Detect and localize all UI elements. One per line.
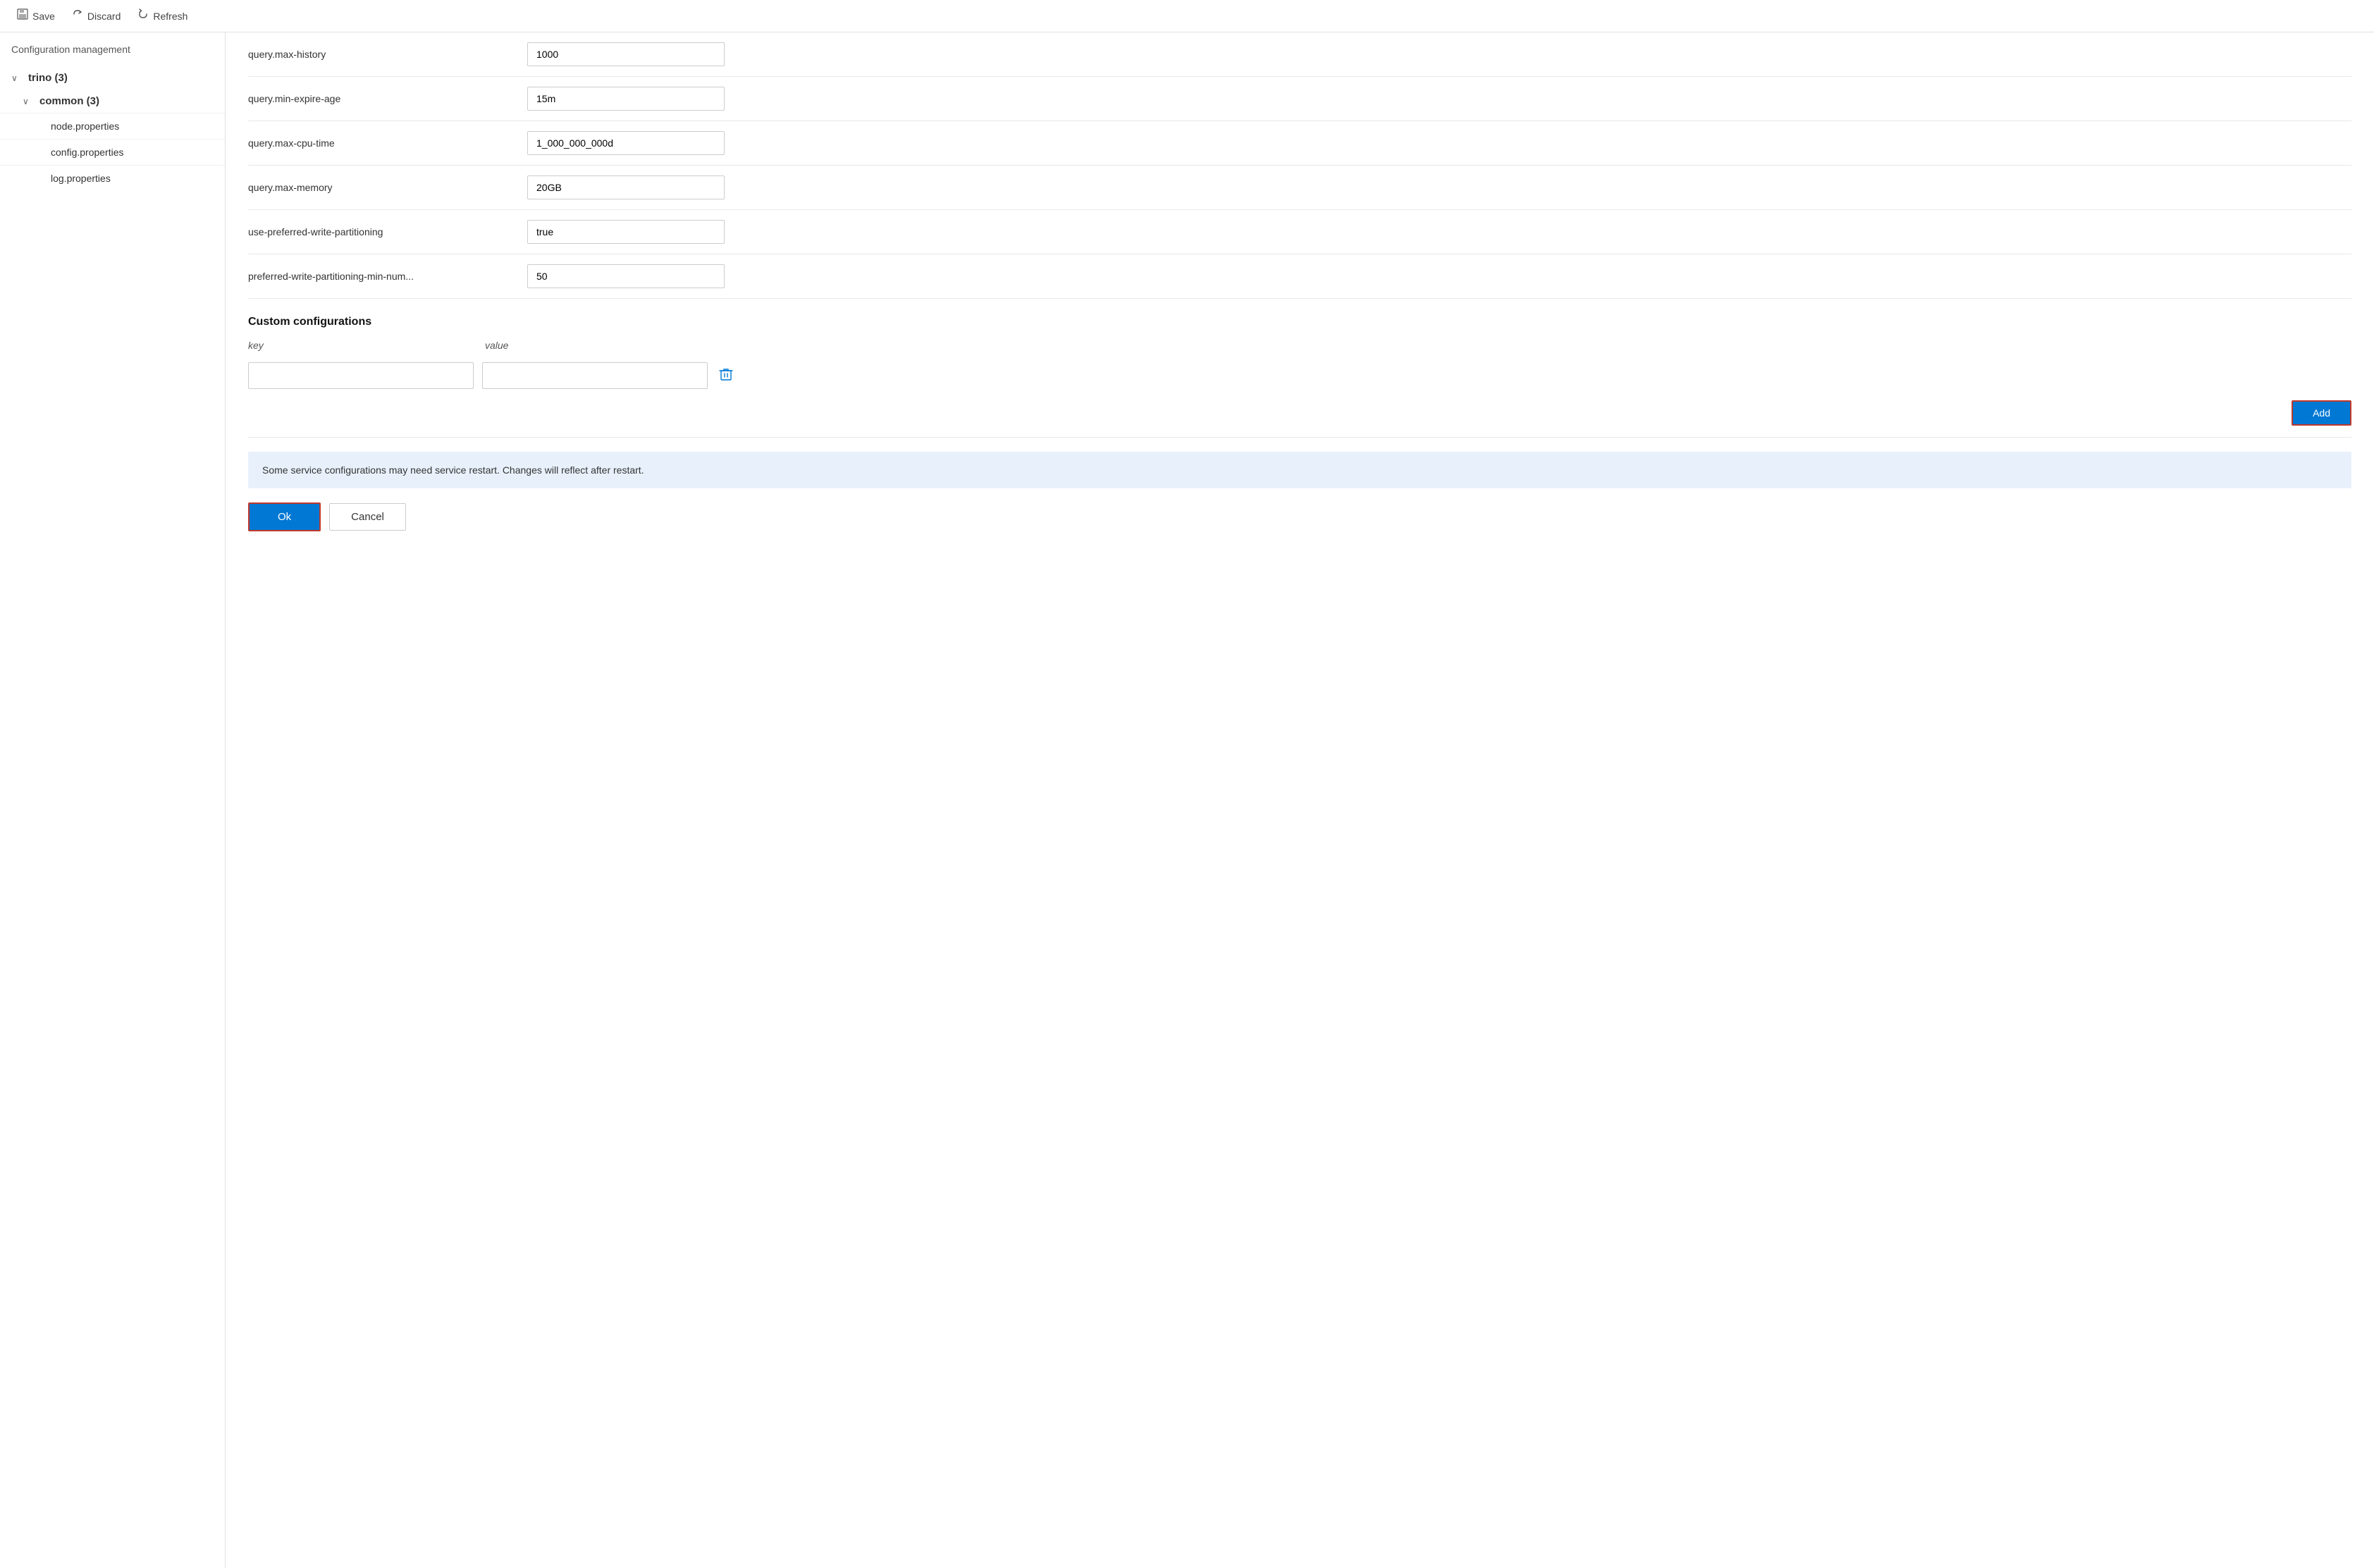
- sidebar-title: Configuration management: [0, 44, 225, 66]
- info-banner-text: Some service configurations may need ser…: [262, 464, 644, 476]
- tree-node-trino[interactable]: ∨ trino (3): [0, 66, 225, 89]
- config-value: [527, 42, 2351, 66]
- config-value-input[interactable]: [527, 131, 725, 155]
- config-value: [527, 175, 2351, 199]
- refresh-icon: [137, 8, 149, 23]
- save-icon: [17, 8, 28, 23]
- info-banner: Some service configurations may need ser…: [248, 452, 2351, 488]
- config-value: [527, 264, 2351, 288]
- config-key: preferred-write-partitioning-min-num...: [248, 271, 516, 282]
- save-button[interactable]: Save: [11, 6, 61, 26]
- config-value-input[interactable]: [527, 175, 725, 199]
- config-row: query.max-cpu-time: [248, 121, 2351, 166]
- config-key: query.max-memory: [248, 182, 516, 193]
- file-node-config-properties[interactable]: config.properties: [0, 139, 225, 165]
- file-node-node-properties[interactable]: node.properties: [0, 113, 225, 139]
- cancel-button[interactable]: Cancel: [329, 503, 406, 531]
- custom-header: key value: [248, 340, 2351, 357]
- config-key: use-preferred-write-partitioning: [248, 226, 516, 237]
- config-row: query.min-expire-age: [248, 77, 2351, 121]
- config-key: query.max-cpu-time: [248, 137, 516, 149]
- discard-icon: [72, 8, 83, 23]
- custom-key-header: key: [248, 340, 474, 351]
- content-panel: query.max-history query.min-expire-age que…: [226, 32, 2374, 1568]
- config-value: [527, 87, 2351, 111]
- config-row: preferred-write-partitioning-min-num...: [248, 254, 2351, 299]
- discard-label: Discard: [87, 11, 121, 22]
- chevron-down-icon: ∨: [11, 73, 23, 83]
- config-row: query.max-history: [248, 32, 2351, 77]
- save-label: Save: [32, 11, 55, 22]
- footer-buttons: Ok Cancel: [248, 502, 2351, 531]
- config-value-input[interactable]: [527, 264, 725, 288]
- config-row: use-preferred-write-partitioning: [248, 210, 2351, 254]
- custom-section-title: Custom configurations: [248, 316, 2351, 328]
- config-value-input[interactable]: [527, 220, 725, 244]
- custom-value-input[interactable]: [482, 362, 708, 389]
- config-row: query.max-memory: [248, 166, 2351, 210]
- tree-node-common[interactable]: ∨ common (3): [0, 89, 225, 113]
- toolbar: Save Discard Refresh: [0, 0, 2374, 32]
- tree-node-common-label: common (3): [39, 95, 99, 107]
- config-value: [527, 131, 2351, 155]
- config-key: query.max-history: [248, 49, 516, 60]
- config-key: query.min-expire-age: [248, 93, 516, 104]
- delete-custom-row-button[interactable]: [716, 364, 736, 388]
- refresh-label: Refresh: [153, 11, 187, 22]
- add-row: Add: [248, 400, 2351, 438]
- refresh-button[interactable]: Refresh: [132, 6, 193, 26]
- chevron-down-icon-common: ∨: [23, 97, 34, 106]
- main-layout: Configuration management ∨ trino (3) ∨ c…: [0, 32, 2374, 1568]
- add-button[interactable]: Add: [2292, 400, 2351, 426]
- custom-key-input[interactable]: [248, 362, 474, 389]
- config-value-input[interactable]: [527, 42, 725, 66]
- ok-button[interactable]: Ok: [248, 502, 321, 531]
- discard-button[interactable]: Discard: [66, 6, 126, 26]
- config-value-input[interactable]: [527, 87, 725, 111]
- config-rows-container: query.max-history query.min-expire-age que…: [248, 32, 2351, 299]
- file-node-log-properties[interactable]: log.properties: [0, 165, 225, 191]
- config-value: [527, 220, 2351, 244]
- tree-node-trino-label: trino (3): [28, 72, 68, 84]
- custom-value-header: value: [485, 340, 2351, 351]
- custom-input-row: [248, 362, 2351, 389]
- sidebar: Configuration management ∨ trino (3) ∨ c…: [0, 32, 226, 1568]
